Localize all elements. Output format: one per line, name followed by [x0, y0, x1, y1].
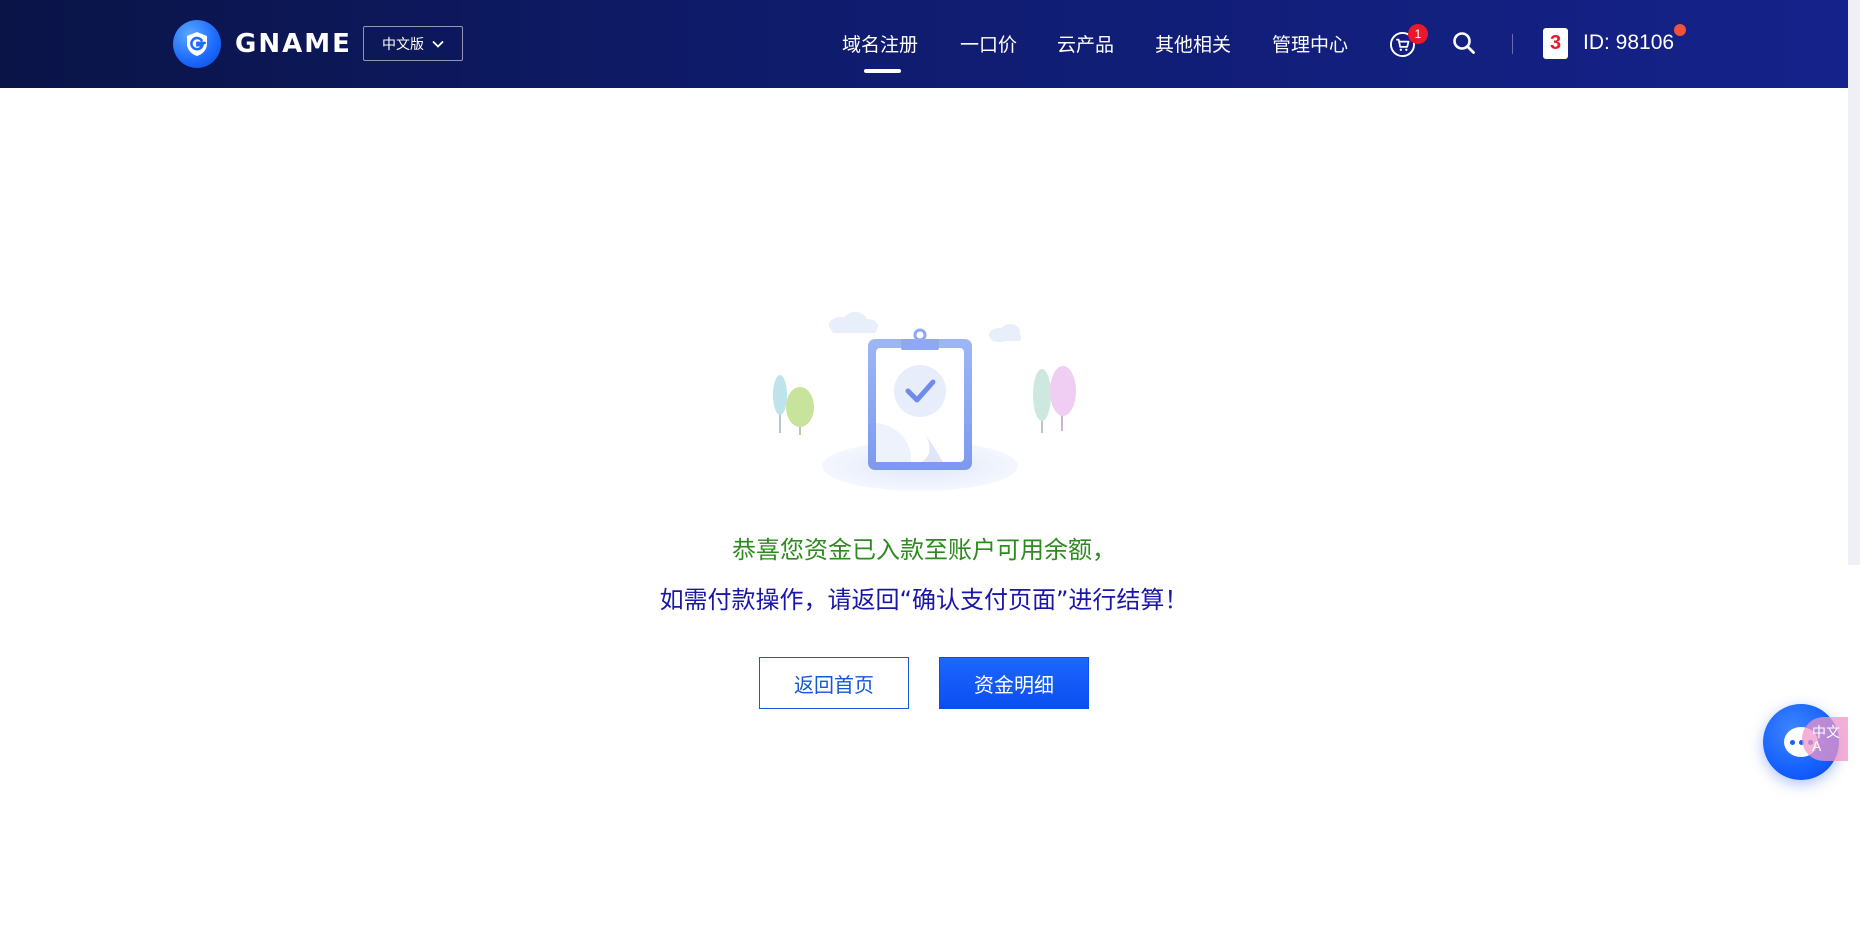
brand-logo[interactable]: GNAME — [173, 20, 352, 68]
user-level-card-icon[interactable]: 3 — [1543, 28, 1568, 59]
header-divider — [1512, 34, 1513, 54]
nav-fixed-price[interactable]: 一口价 — [960, 30, 1017, 57]
cart-count-badge: 1 — [1408, 24, 1428, 44]
scrollbar[interactable] — [1848, 0, 1860, 565]
search-icon[interactable] — [1452, 31, 1476, 55]
fund-details-button[interactable]: 资金明细 — [939, 657, 1089, 709]
clipboard-success-illustration — [773, 312, 1076, 491]
g-shield-logo-icon — [173, 20, 221, 68]
language-selector[interactable]: 中文版 — [363, 26, 463, 61]
language-label: 中文版 — [382, 36, 424, 53]
nav-cloud-products[interactable]: 云产品 — [1057, 30, 1114, 57]
nav-domain-register[interactable]: 域名注册 — [842, 30, 918, 57]
user-id[interactable]: ID: 98106 — [1583, 31, 1674, 55]
brand-name: GNAME — [235, 29, 352, 59]
notification-dot — [1674, 24, 1686, 36]
nav-active-indicator — [864, 69, 901, 73]
chevron-down-icon — [432, 40, 444, 48]
back-home-button[interactable]: 返回首页 — [759, 657, 909, 709]
floating-translate-tag[interactable]: 中文A — [1802, 717, 1848, 761]
nav-management-center[interactable]: 管理中心 — [1272, 30, 1348, 57]
instruction-message: 如需付款操作，请返回“确认支付页面”进行结算！ — [659, 586, 1189, 614]
nav-other[interactable]: 其他相关 — [1155, 30, 1231, 57]
success-message: 恭喜您资金已入款至账户可用余额， — [732, 536, 1116, 564]
page: GNAME 中文版 域名注册 一口价 云产品 其他相关 管理中心 1 3 ID:… — [0, 0, 1860, 925]
top-header: GNAME 中文版 域名注册 一口价 云产品 其他相关 管理中心 1 3 ID:… — [0, 0, 1848, 88]
